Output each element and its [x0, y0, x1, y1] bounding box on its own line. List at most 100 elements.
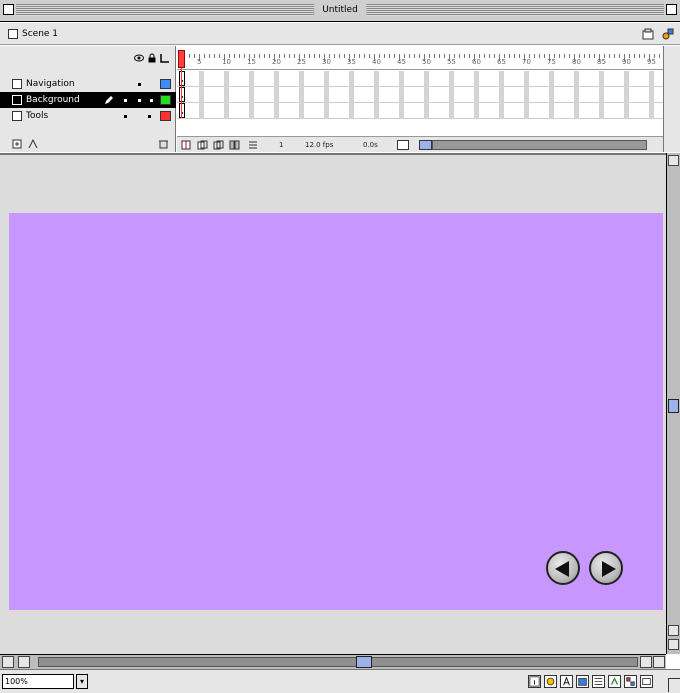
frame-cell[interactable] [424, 103, 429, 119]
eye-icon[interactable] [134, 53, 144, 63]
frame-cell[interactable] [349, 103, 354, 119]
frame-cell[interactable] [499, 103, 504, 119]
frame-cell[interactable] [599, 71, 604, 87]
frame-cell[interactable] [624, 71, 629, 87]
stage-hscroll[interactable] [0, 654, 666, 669]
frame-cell[interactable] [399, 103, 404, 119]
visibility-dot[interactable] [138, 83, 141, 86]
center-frame-icon[interactable] [181, 140, 191, 150]
frame-cell[interactable] [474, 103, 479, 119]
frame-cell[interactable] [274, 103, 279, 119]
modify-onion-markers-icon[interactable] [247, 140, 259, 150]
onion-skin-icon[interactable] [197, 140, 209, 150]
window-title-bar[interactable]: Untitled [0, 0, 680, 22]
frame-cell[interactable] [499, 71, 504, 87]
playhead[interactable] [178, 50, 185, 68]
frame-cell[interactable] [599, 87, 604, 103]
scroll-up-arrow[interactable] [668, 155, 679, 166]
layer-row-tools[interactable]: Tools [0, 108, 176, 124]
frame-cell[interactable] [274, 71, 279, 87]
frame-cell[interactable] [324, 71, 329, 87]
timeline-vscroll[interactable] [663, 46, 680, 152]
frame-cell[interactable] [549, 71, 554, 87]
frame-cell[interactable] [299, 87, 304, 103]
frame-cell[interactable] [424, 71, 429, 87]
frame-cell[interactable] [449, 87, 454, 103]
frame-cell[interactable] [524, 71, 529, 87]
frame-cell[interactable] [199, 71, 204, 87]
frame-cell[interactable] [199, 103, 204, 119]
window-zoom-box[interactable] [666, 4, 677, 15]
frame-cell[interactable] [224, 71, 229, 87]
frame-cell[interactable] [249, 103, 254, 119]
keyframe[interactable] [179, 103, 185, 118]
frame-cell[interactable] [624, 103, 629, 119]
zoom-field[interactable]: 100% [2, 674, 74, 689]
frame-cell[interactable] [399, 71, 404, 87]
scroll-left-arrow-right[interactable] [640, 656, 652, 668]
scene-panel-icon[interactable] [640, 675, 653, 688]
frame-track-navigation[interactable] [177, 71, 663, 87]
frame-cell[interactable] [299, 71, 304, 87]
frame-cell[interactable] [374, 87, 379, 103]
stage-pasteboard[interactable] [0, 153, 666, 654]
visibility-dot[interactable] [124, 99, 127, 102]
zoom-menu-button[interactable]: ▾ [76, 674, 88, 689]
frame-cell[interactable] [449, 103, 454, 119]
add-layer-icon[interactable] [12, 139, 23, 149]
frame-ruler[interactable]: 5 10 15 20 25 30 35 40 45 50 55 60 65 70 75 80 85 90 95 [177, 46, 663, 70]
frame-cell[interactable] [574, 71, 579, 87]
timeline-hscroll-track[interactable] [432, 140, 647, 150]
frame-cell[interactable] [274, 87, 279, 103]
frame-cell[interactable] [224, 87, 229, 103]
window-resize-handle[interactable] [668, 678, 680, 692]
frame-track-tools[interactable] [177, 103, 663, 119]
keyframe[interactable] [179, 87, 185, 102]
layer-row-background[interactable]: Background [0, 92, 176, 108]
layer-color-swatch[interactable] [160, 79, 171, 89]
hscroll-thumb[interactable] [356, 656, 372, 668]
timeline-scroll-thumb[interactable] [419, 140, 432, 150]
edit-scene-icon[interactable] [642, 28, 654, 40]
scroll-down-arrow[interactable] [668, 639, 679, 650]
frame-cell[interactable] [574, 103, 579, 119]
frame-cell[interactable] [649, 87, 654, 103]
lock-dot[interactable] [138, 99, 141, 102]
frame-cell[interactable] [574, 87, 579, 103]
frame-cell[interactable] [474, 71, 479, 87]
frame-cell[interactable] [249, 87, 254, 103]
stage[interactable] [9, 213, 663, 610]
delete-layer-icon[interactable] [158, 139, 169, 149]
frame-cell[interactable] [524, 103, 529, 119]
frame-grid[interactable] [177, 71, 663, 119]
onion-skin-outlines-icon[interactable] [213, 140, 225, 150]
edit-symbol-icon[interactable] [662, 28, 674, 40]
scroll-up-arrow-lower[interactable] [668, 625, 679, 636]
scroll-left-arrow[interactable] [2, 656, 14, 668]
add-guide-layer-icon[interactable] [28, 139, 39, 149]
visibility-dot[interactable] [124, 115, 127, 118]
frame-cell[interactable] [549, 87, 554, 103]
frame-cell[interactable] [374, 71, 379, 87]
prev-arrow-icon[interactable] [546, 551, 580, 585]
frame-cell[interactable] [374, 103, 379, 119]
layer-color-swatch[interactable] [160, 95, 171, 105]
frame-cell[interactable] [299, 103, 304, 119]
vscroll-thumb[interactable] [668, 399, 679, 413]
frame-cell[interactable] [199, 87, 204, 103]
frame-cell[interactable] [224, 103, 229, 119]
frame-cell[interactable] [599, 103, 604, 119]
frame-cell[interactable] [399, 87, 404, 103]
keyframe[interactable] [179, 71, 185, 86]
edit-multiple-frames-icon[interactable] [229, 140, 241, 150]
layer-color-swatch[interactable] [160, 111, 171, 121]
hscroll-track[interactable] [38, 657, 638, 667]
frame-cell[interactable] [324, 87, 329, 103]
frame-cell[interactable] [649, 103, 654, 119]
frame-cell[interactable] [249, 71, 254, 87]
frame-cell[interactable] [349, 87, 354, 103]
outline-icon[interactable] [160, 53, 170, 63]
scroll-right-arrow-left[interactable] [18, 656, 30, 668]
frame-cell[interactable] [424, 87, 429, 103]
frame-cell[interactable] [324, 103, 329, 119]
